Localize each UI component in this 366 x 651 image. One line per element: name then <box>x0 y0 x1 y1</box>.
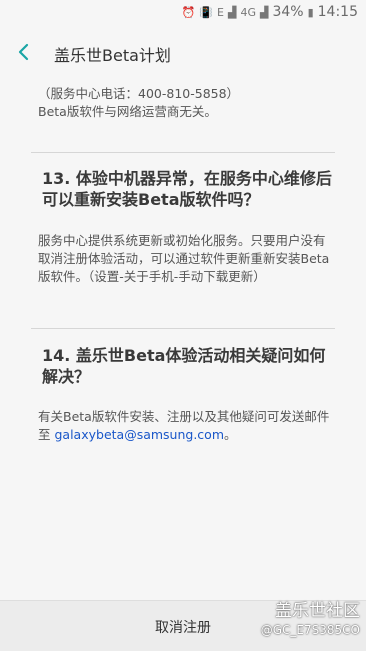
battery-icon: ▮ <box>307 5 314 19</box>
cut-paragraph-line2: Beta版软件与网络运营商无关。 <box>38 104 217 119</box>
divider <box>31 152 335 153</box>
cancel-registration-button[interactable]: 取消注册 <box>133 617 233 637</box>
lte-4g-icon: 4G <box>240 5 256 19</box>
clock: 14:15 <box>317 4 358 20</box>
watermark-line2: @GC_E7S385CO <box>260 623 360 637</box>
email-link[interactable]: galaxybeta@samsung.com <box>54 427 224 442</box>
faq-question-14: 14. 盖乐世Beta体验活动相关疑问如何解决？ <box>42 346 326 386</box>
faq-answer-14: 有关Beta版软件安装、注册以及其他疑问可发送邮件至 galaxybeta@sa… <box>38 408 333 444</box>
battery-text: 34% <box>272 4 304 20</box>
status-icons: ⏰ 📳 E ▟ 4G ▟ 34% ▮ 14:15 <box>182 4 358 20</box>
divider <box>31 328 335 329</box>
faq-question-13: 13. 体验中机器异常，在服务中心维修后可以重新安装Beta版软件吗？ <box>42 169 332 209</box>
chevron-left-icon <box>18 43 29 61</box>
sim-e-icon: E <box>217 5 224 19</box>
cut-paragraph-line1: （服务中心电话：400-810-5858） <box>38 86 240 101</box>
answer-14-suffix: 。 <box>224 427 237 442</box>
back-button[interactable] <box>10 38 38 66</box>
signal-icon-2: ▟ <box>259 5 269 19</box>
watermark-line1: 盖乐世社区 <box>275 601 360 621</box>
status-bar: ⏰ 📳 E ▟ 4G ▟ 34% ▮ 14:15 <box>0 0 366 24</box>
watermark: 盖乐世社区 @GC_E7S385CO <box>261 600 360 638</box>
alarm-icon: ⏰ <box>181 5 196 19</box>
page-title: 盖乐世Beta计划 <box>54 46 171 65</box>
faq-content[interactable]: （服务中心电话：400-810-5858） Beta版软件与网络运营商无关。 1… <box>0 80 366 600</box>
signal-icon: ▟ <box>227 5 237 19</box>
cut-paragraph: （服务中心电话：400-810-5858） Beta版软件与网络运营商无关。 <box>38 86 338 121</box>
faq-answer-13: 服务中心提供系统更新或初始化服务。只要用户没有取消注册体验活动，可以通过软件更新… <box>38 233 330 284</box>
app-bar: 盖乐世Beta计划 <box>0 24 366 80</box>
vibrate-icon: 📳 <box>199 5 214 19</box>
